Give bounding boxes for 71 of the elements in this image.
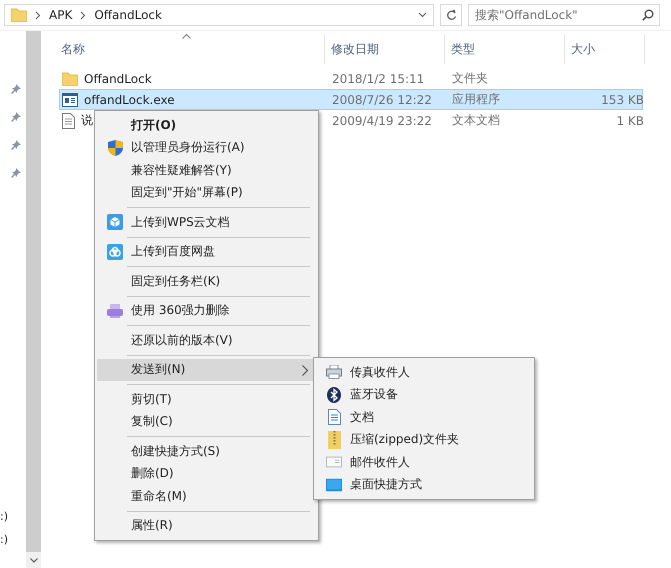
column-header[interactable]: 大小 xyxy=(565,34,645,64)
menu-item[interactable]: 文档 xyxy=(316,406,532,428)
menu-item[interactable]: 桌面快捷方式 xyxy=(316,474,532,496)
type-cell-text: 文件夹 xyxy=(451,70,489,87)
menu-item[interactable]: 以管理员身份运行(A) xyxy=(97,136,316,159)
menu-item[interactable]: 蓝牙设备 xyxy=(316,384,532,406)
pin-icon[interactable] xyxy=(11,112,21,122)
date-cell-text: 2018/1/2 15:11 xyxy=(331,72,426,86)
chevron-icon xyxy=(35,10,41,20)
menu-item[interactable]: 邮件收件人 xyxy=(316,451,532,474)
document-icon xyxy=(328,409,340,426)
menu-item[interactable]: 打开(O) xyxy=(97,114,316,136)
size-cell-text: 153 KB xyxy=(600,92,644,106)
text-file-icon xyxy=(62,112,75,128)
breadcrumb-item[interactable]: APK xyxy=(49,8,72,22)
pin-icon[interactable] xyxy=(11,140,21,150)
date-cell-text: 2008/7/26 12:22 xyxy=(331,92,433,106)
envelope-icon xyxy=(326,456,342,468)
sort-caret-icon xyxy=(182,34,191,39)
menu-item[interactable]: 剪切(T) xyxy=(97,388,316,410)
folder-icon xyxy=(62,72,78,86)
pin-icon[interactable] xyxy=(11,84,21,94)
chevron-icon xyxy=(80,10,86,20)
shredder-icon xyxy=(107,302,123,319)
zip-folder-icon xyxy=(328,430,340,449)
file-row[interactable]: offandLock.exe 2008/7/26 12:22 应用程序 153 KB xyxy=(59,89,643,110)
file-name: offandLock.exe xyxy=(84,92,175,106)
file-name: OffandLock xyxy=(84,72,152,86)
cube-icon xyxy=(107,214,123,230)
pin-icon[interactable] xyxy=(11,168,21,178)
menu-item[interactable]: 属性(R) xyxy=(97,514,316,537)
scroll-down-icon[interactable] xyxy=(30,558,38,562)
shield-icon xyxy=(108,140,122,156)
menu-item[interactable]: 压缩(zipped)文件夹 xyxy=(316,428,532,451)
menu-item[interactable]: 固定到任务栏(K) xyxy=(97,270,316,292)
menu-item[interactable]: 传真收件人 xyxy=(316,361,532,384)
menu-item[interactable]: 上传到WPS云文档 xyxy=(97,211,316,234)
refresh-button[interactable] xyxy=(440,4,462,26)
menu-item[interactable]: 删除(D) xyxy=(97,462,316,485)
desktop-icon xyxy=(326,478,342,492)
search-icon xyxy=(642,9,654,21)
scrollbar[interactable] xyxy=(26,31,41,568)
dropdown-icon[interactable] xyxy=(418,12,427,18)
column-header[interactable]: 名称 xyxy=(55,34,325,64)
breadcrumb-item[interactable]: OffandLock xyxy=(94,8,162,22)
date-cell-text: 2009/4/19 23:22 xyxy=(331,114,433,128)
bluetooth-icon xyxy=(327,386,341,403)
application-icon xyxy=(62,92,78,106)
drive-label[interactable]: :) xyxy=(0,533,26,546)
menu-item[interactable]: 复制(C) xyxy=(97,410,316,433)
menu-item[interactable]: 还原以前的版本(V) xyxy=(97,329,316,352)
file-name: 说 xyxy=(81,112,93,129)
search-field[interactable]: 搜索"OffandLock" xyxy=(468,4,660,26)
address-bar[interactable]: APK OffandLock xyxy=(4,4,434,26)
printer-icon xyxy=(326,365,342,380)
menu-item[interactable]: 使用 360强力删除 xyxy=(97,300,316,322)
cloud-icon xyxy=(107,244,123,260)
menu-item[interactable]: 兼容性疑难解答(Y) xyxy=(97,159,316,182)
column-header[interactable]: 修改日期 xyxy=(325,34,445,64)
menu-item[interactable]: 重命名(M) xyxy=(97,485,316,508)
menu-item[interactable]: 固定到"开始"屏幕(P) xyxy=(97,182,316,204)
drive-label[interactable]: :) xyxy=(0,510,26,523)
size-cell-text: 1 KB xyxy=(615,114,644,128)
menu-item[interactable]: 发送到(N) xyxy=(97,358,316,381)
menu-item[interactable]: 创建快捷方式(S) xyxy=(97,440,316,462)
type-cell-text: 文本文档 xyxy=(451,112,501,129)
folder-icon xyxy=(11,8,27,22)
refresh-icon xyxy=(446,9,456,21)
menu-item[interactable]: 上传到百度网盘 xyxy=(97,240,316,263)
type-cell-text: 应用程序 xyxy=(451,91,501,108)
column-header[interactable]: 类型 xyxy=(445,34,565,64)
